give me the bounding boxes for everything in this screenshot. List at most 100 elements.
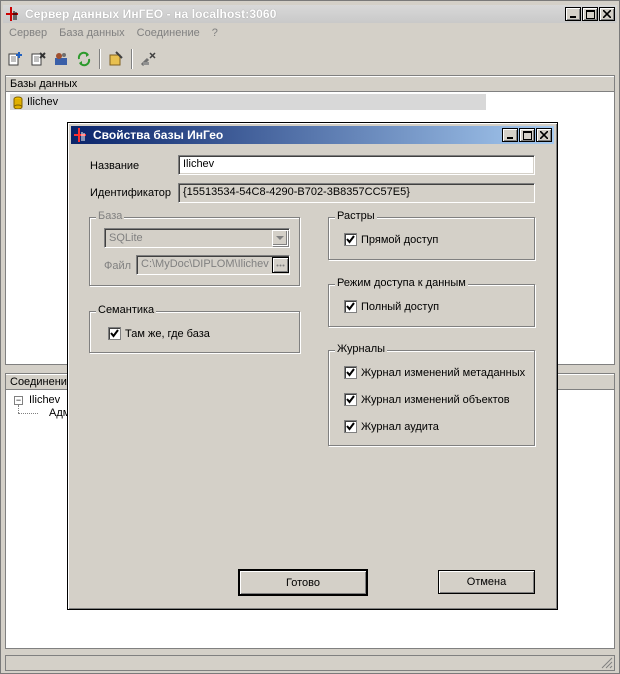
toolbar-separator: [99, 49, 101, 69]
properties-button[interactable]: [106, 49, 126, 69]
settings-icon: [55, 53, 67, 65]
database-properties-dialog: Свойства базы ИнГео Название Ilichev Иде…: [67, 122, 558, 610]
journal-metadata-checkbox[interactable]: Журнал изменений метаданных: [344, 366, 525, 379]
refresh-button[interactable]: [74, 49, 94, 69]
checkmark-icon: [346, 368, 355, 377]
status-bar: [5, 655, 615, 671]
maximize-icon: [585, 9, 595, 19]
disconnect-icon: [140, 52, 156, 67]
semantics-group-legend: Семантика: [96, 304, 157, 316]
access-mode-group: Режим доступа к данным Полный доступ: [328, 277, 535, 327]
base-group: База SQLite Файл C:\MyDoc\DIPLOM\Ilichev: [89, 210, 300, 286]
journals-group-legend: Журналы: [335, 343, 388, 355]
checkmark-icon: [346, 395, 355, 404]
file-label: Файл: [104, 260, 132, 272]
disconnect-button[interactable]: [138, 49, 158, 69]
dialog-maximize-button[interactable]: [519, 128, 535, 142]
name-label: Название: [90, 160, 140, 172]
dialog-close-button[interactable]: [536, 128, 552, 142]
checkmark-icon: [346, 422, 355, 431]
ok-button[interactable]: Готово: [238, 569, 368, 596]
tree-line: [18, 405, 19, 413]
tree-line-h: [18, 413, 38, 414]
dialog-window-controls: [502, 128, 552, 142]
chevron-down-icon: [276, 235, 284, 240]
minimize-icon: [507, 137, 513, 139]
journal-audit-checkbox[interactable]: Журнал аудита: [344, 420, 439, 433]
properties-icon: [109, 51, 123, 66]
dropdown-button[interactable]: [272, 230, 288, 246]
checkbox-label: Журнал аудита: [361, 420, 439, 433]
dialog-title: Свойства базы ИнГео: [93, 128, 224, 142]
window-title: Сервер данных ИнГЕО - на localhost:3060: [25, 7, 277, 21]
browse-file-button[interactable]: [272, 257, 289, 273]
add-db-button[interactable]: [5, 49, 25, 69]
rasters-group: Растры Прямой доступ: [328, 210, 535, 260]
full-access-checkbox[interactable]: Полный доступ: [344, 300, 439, 313]
minimize-icon: [570, 16, 576, 18]
toolbar-separator-2: [131, 49, 133, 69]
window-controls: [565, 7, 615, 21]
base-type-select[interactable]: SQLite: [104, 228, 290, 248]
dialog-minimize-button[interactable]: [502, 128, 518, 142]
rasters-group-legend: Растры: [335, 210, 377, 222]
checkbox-label: Журнал изменений объектов: [361, 393, 510, 406]
journals-group: Журналы Журнал изменений метаданных Журн…: [328, 343, 535, 446]
close-icon: [603, 10, 611, 18]
semantics-same-place-checkbox[interactable]: Там же, где база: [108, 327, 210, 340]
collapse-icon[interactable]: −: [14, 395, 23, 405]
menu-bar: Сервер База данных Соединение ?: [3, 25, 224, 43]
tree-node-root[interactable]: − Ilichev: [14, 394, 60, 406]
toolbar: [5, 47, 158, 71]
menu-server[interactable]: Сервер: [3, 25, 53, 43]
minimize-button[interactable]: [565, 7, 581, 21]
rasters-direct-access-checkbox[interactable]: Прямой доступ: [344, 233, 438, 246]
identifier-field[interactable]: {15513534-54C8-4290-B702-3B8357CC57E5}: [178, 183, 535, 203]
checkbox-box[interactable]: [344, 366, 357, 379]
base-type-value: SQLite: [109, 232, 143, 244]
settings-button[interactable]: [51, 49, 71, 69]
title-bar: Сервер данных ИнГЕО - на localhost:3060: [3, 5, 617, 23]
checkbox-label: Журнал изменений метаданных: [361, 366, 526, 379]
menu-help[interactable]: ?: [206, 25, 224, 43]
database-list-item[interactable]: Ilichev: [10, 94, 486, 110]
checkbox-box[interactable]: [344, 393, 357, 406]
delete-db-icon: [31, 52, 46, 66]
checkbox-label: Там же, где база: [125, 327, 210, 340]
checkmark-icon: [346, 235, 355, 244]
base-group-legend: База: [96, 210, 125, 222]
maximize-icon: [522, 130, 532, 140]
close-icon: [540, 131, 548, 139]
checkbox-box[interactable]: [344, 300, 357, 313]
databases-panel-header: Базы данных: [6, 76, 614, 92]
close-button[interactable]: [599, 7, 615, 21]
access-mode-group-legend: Режим доступа к данным: [335, 277, 468, 289]
add-db-icon: [8, 52, 22, 66]
refresh-icon: [77, 51, 91, 67]
checkmark-icon: [110, 329, 119, 338]
identifier-label: Идентификатор: [90, 187, 171, 199]
checkbox-label: Прямой доступ: [361, 233, 439, 246]
dialog-title-bar: Свойства базы ИнГео: [71, 126, 554, 144]
checkmark-icon: [346, 302, 355, 311]
delete-db-button[interactable]: [28, 49, 48, 69]
tree-root-label: Ilichev: [29, 394, 61, 406]
ellipsis-icon: [276, 264, 285, 266]
database-name: Ilichev: [27, 96, 59, 108]
file-path-field[interactable]: C:\MyDoc\DIPLOM\Ilichev: [136, 255, 290, 275]
menu-connection[interactable]: Соединение: [131, 25, 206, 43]
maximize-button[interactable]: [582, 7, 598, 21]
cancel-button[interactable]: Отмена: [438, 570, 535, 594]
name-input[interactable]: Ilichev: [178, 155, 535, 175]
dialog-app-icon: [74, 128, 86, 142]
database-icon: [13, 96, 23, 109]
app-icon: [6, 7, 18, 21]
checkbox-label: Полный доступ: [361, 300, 440, 313]
checkbox-box[interactable]: [344, 233, 357, 246]
menu-database[interactable]: База данных: [53, 25, 131, 43]
checkbox-box[interactable]: [344, 420, 357, 433]
checkbox-box[interactable]: [108, 327, 121, 340]
resize-grip-icon[interactable]: [601, 657, 613, 669]
semantics-group: Семантика Там же, где база: [89, 304, 300, 353]
journal-objects-checkbox[interactable]: Журнал изменений объектов: [344, 393, 510, 406]
